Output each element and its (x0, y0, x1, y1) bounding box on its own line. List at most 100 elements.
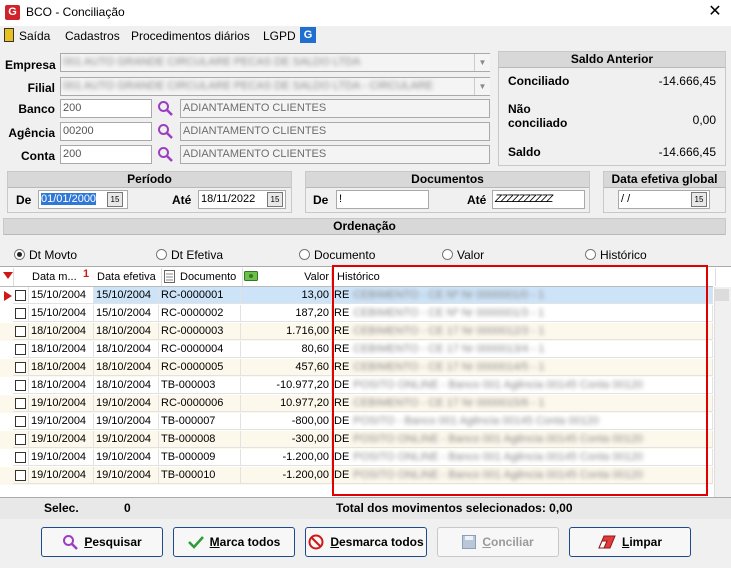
banco-code-input[interactable]: 200 (60, 99, 152, 118)
pesquisar-label: esquisar (92, 535, 142, 549)
cell-documento: TB-000007 (159, 413, 241, 430)
cell-valor: 187,20 (241, 305, 332, 322)
row-checkbox-cell (13, 449, 29, 466)
conciliado-label: Conciliado (508, 74, 570, 88)
selec-label: Selec. (44, 501, 79, 515)
filial-combo[interactable]: 001 AUTO GRANDE CIRCULARE PECAS DE SALDO… (60, 77, 490, 96)
conta-label: Conta (21, 149, 55, 163)
radio-valor[interactable] (442, 249, 453, 260)
row-checkbox[interactable] (15, 434, 26, 445)
cell-valor: -800,00 (241, 413, 332, 430)
cell-data-efetiva: 15/10/2004 (94, 305, 159, 322)
conciliado-value: -14.666,45 (658, 74, 716, 88)
cell-data-mov: 19/10/2004 (29, 449, 94, 466)
cell-documento: RC-0000003 (159, 323, 241, 340)
highlight-box (332, 265, 708, 496)
marca-todos-button[interactable]: Marca todos (173, 527, 295, 557)
periodo-de-value: 01/01/2000 (41, 193, 97, 205)
banco-label: Banco (18, 102, 55, 116)
documentos-de-input[interactable]: ! (336, 190, 429, 209)
header-valor[interactable]: Valor (260, 268, 332, 286)
menu-lgpd[interactable]: LGPD (263, 29, 296, 43)
documentos-ate-input[interactable]: ZZZZZZZZZZ (492, 190, 585, 209)
document-icon (164, 270, 175, 283)
menu-saida[interactable]: Saída (19, 29, 50, 43)
cell-documento: RC-0000002 (159, 305, 241, 322)
cell-data-efetiva: 18/10/2004 (94, 323, 159, 340)
row-checkbox[interactable] (15, 326, 26, 337)
radio-documento-label: Documento (314, 248, 376, 262)
row-checkbox[interactable] (15, 344, 26, 355)
cell-valor: -1.200,00 (241, 449, 332, 466)
row-checkbox[interactable] (15, 308, 26, 319)
row-checkbox[interactable] (15, 416, 26, 427)
search-icon[interactable] (157, 123, 173, 139)
cell-documento: RC-0000004 (159, 341, 241, 358)
radio-documento[interactable] (299, 249, 310, 260)
header-data-efetiva[interactable]: Data efetiva (94, 268, 162, 286)
cell-data-efetiva: 15/10/2004 (94, 287, 159, 304)
menu-cadastros[interactable]: Cadastros (65, 29, 120, 43)
lgpd-icon[interactable]: G (300, 27, 316, 43)
row-checkbox-cell (13, 305, 29, 322)
conciliar-mnemonic: C (482, 535, 491, 549)
search-icon[interactable] (157, 146, 173, 162)
money-icon (244, 271, 258, 281)
radio-dt-movto[interactable] (14, 249, 25, 260)
chevron-down-icon[interactable]: ▼ (474, 54, 490, 71)
empresa-combo[interactable]: 001 AUTO GRANDE CIRCULARE PECAS DE SALDO… (60, 53, 490, 72)
selec-value: 0 (124, 501, 131, 515)
cell-data-efetiva: 19/10/2004 (94, 449, 159, 466)
row-checkbox-cell (13, 341, 29, 358)
cell-documento: TB-000010 (159, 467, 241, 484)
conciliar-button[interactable]: Conciliar (437, 527, 559, 557)
cell-data-efetiva: 18/10/2004 (94, 377, 159, 394)
row-checkbox[interactable] (15, 290, 26, 301)
scroll-thumb[interactable] (715, 289, 729, 301)
cell-data-efetiva: 18/10/2004 (94, 341, 159, 358)
row-checkbox-cell (13, 377, 29, 394)
conta-code-input[interactable]: 200 (60, 145, 152, 164)
cell-data-mov: 15/10/2004 (29, 305, 94, 322)
radio-historico[interactable] (585, 249, 596, 260)
agencia-desc: ADIANTAMENTO CLIENTES (180, 122, 490, 141)
header-documento[interactable]: Documento (178, 268, 243, 286)
cell-valor: 1.716,00 (241, 323, 332, 340)
cell-data-mov: 19/10/2004 (29, 413, 94, 430)
cell-data-efetiva: 19/10/2004 (94, 467, 159, 484)
row-checkbox[interactable] (15, 470, 26, 481)
cell-data-mov: 19/10/2004 (29, 467, 94, 484)
row-checkbox-cell (13, 287, 29, 304)
close-icon[interactable]: ✕ (705, 2, 725, 22)
periodo-title: Período (8, 172, 291, 188)
calendar-icon[interactable]: 15 (691, 192, 707, 207)
radio-valor-label: Valor (457, 248, 485, 262)
saldo-label: Saldo (508, 145, 541, 159)
chevron-down-icon[interactable]: ▼ (474, 78, 490, 95)
cell-valor: -1.200,00 (241, 467, 332, 484)
saldo-title: Saldo Anterior (499, 52, 725, 68)
marca-todos-mnemonic: M (209, 535, 220, 549)
cell-data-efetiva: 18/10/2004 (94, 359, 159, 376)
agencia-code-input[interactable]: 00200 (60, 122, 152, 141)
sort-down-icon[interactable] (3, 272, 13, 280)
row-checkbox[interactable] (15, 398, 26, 409)
menu-procedimentos[interactable]: Procedimentos diários (131, 29, 250, 43)
limpar-label: impar (629, 535, 663, 549)
calendar-icon[interactable]: 15 (107, 192, 123, 207)
exit-icon[interactable] (4, 28, 14, 42)
app-logo-icon: G (5, 5, 20, 20)
vertical-scrollbar[interactable] (714, 287, 731, 497)
calendar-icon[interactable]: 15 (267, 192, 283, 207)
row-checkbox[interactable] (15, 362, 26, 373)
empresa-label: Empresa (5, 58, 56, 72)
search-icon[interactable] (157, 100, 173, 116)
row-checkbox[interactable] (15, 380, 26, 391)
cell-documento: RC-0000005 (159, 359, 241, 376)
row-checkbox[interactable] (15, 452, 26, 463)
periodo-de-label: De (16, 193, 32, 207)
desmarca-todos-button[interactable]: Desmarca todos (305, 527, 427, 557)
radio-dt-efetiva[interactable] (156, 249, 167, 260)
limpar-button[interactable]: Limpar (569, 527, 691, 557)
pesquisar-button[interactable]: Pesquisar (41, 527, 163, 557)
